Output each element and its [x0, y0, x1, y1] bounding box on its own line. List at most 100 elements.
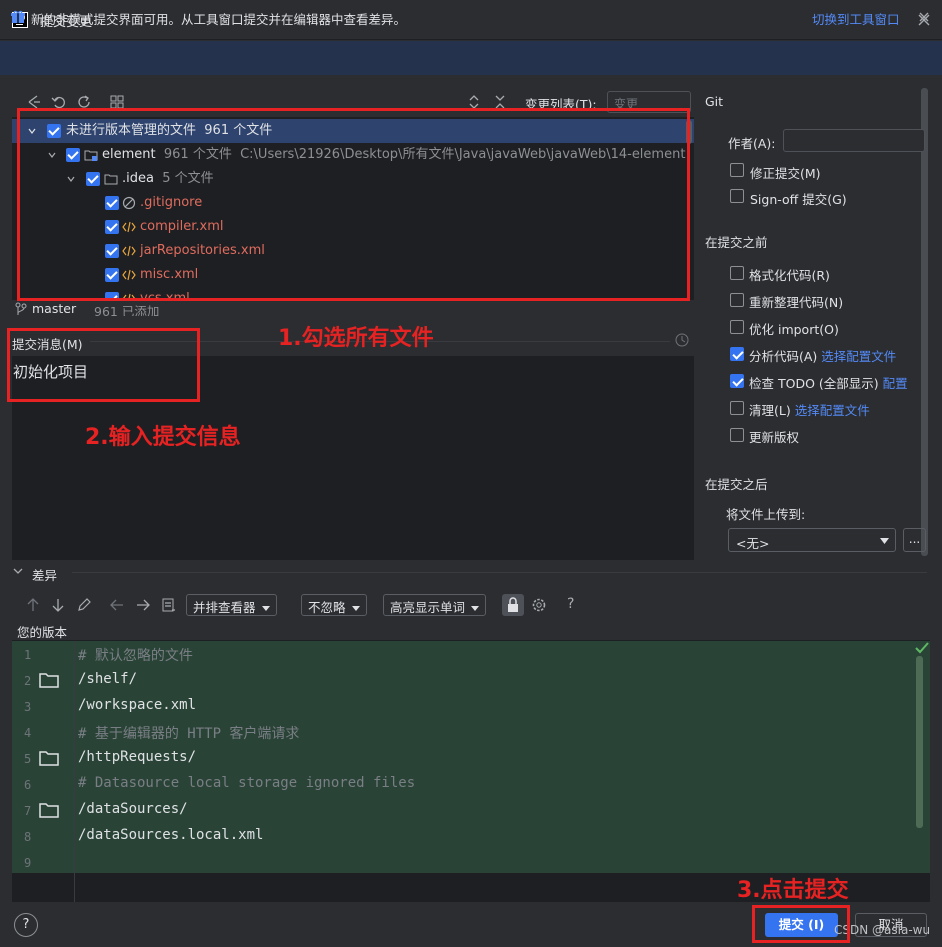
- tree-row-idea[interactable]: .idea 5 个文件: [12, 167, 694, 191]
- cleanup-checkbox[interactable]: [730, 401, 744, 415]
- git-section-title: Git: [705, 94, 724, 109]
- annotation-step2: 2.输入提交信息: [85, 425, 241, 450]
- code-line[interactable]: /dataSources.local.xml: [78, 827, 263, 843]
- code-line[interactable]: /workspace.xml: [78, 697, 196, 713]
- amend-checkbox[interactable]: [730, 163, 744, 177]
- before-commit-title: 在提交之前: [705, 235, 768, 250]
- module-count: 961 个文件: [163, 147, 232, 162]
- switch-to-toolwindow-link[interactable]: 切换到工具窗口: [812, 9, 900, 28]
- upload-select[interactable]: <无>: [728, 528, 896, 552]
- tree-row-file[interactable]: jarRepositories.xml: [12, 239, 694, 263]
- branch-name[interactable]: master: [32, 301, 76, 316]
- highlight-dropdown[interactable]: 高亮显示单词: [383, 594, 487, 616]
- file-checkbox[interactable]: [105, 292, 119, 300]
- file-checkbox[interactable]: [105, 268, 119, 282]
- optimize-imports-checkbox[interactable]: [730, 320, 744, 334]
- module-checkbox[interactable]: [66, 148, 80, 162]
- help-button[interactable]: ?: [14, 913, 38, 937]
- code-line[interactable]: /dataSources/: [78, 801, 188, 817]
- xml-file-icon: [122, 293, 136, 300]
- tree-row-file[interactable]: vcs.xml: [12, 287, 694, 300]
- prev-diff-icon[interactable]: [24, 596, 42, 614]
- settings-gear-icon[interactable]: [530, 596, 548, 614]
- banner-close-icon[interactable]: [919, 12, 929, 22]
- check-todo-checkbox[interactable]: [730, 374, 744, 388]
- code-line[interactable]: /shelf/: [78, 671, 137, 687]
- dropdown-arrow-icon: [261, 606, 270, 611]
- commit-message-input[interactable]: [12, 356, 694, 560]
- divider: [72, 572, 927, 573]
- right-panel-scrollbar[interactable]: [921, 88, 928, 556]
- rearrange-checkbox[interactable]: [730, 293, 744, 307]
- viewer-dropdown[interactable]: 并排查看器: [186, 594, 277, 616]
- cleanup-label: 清理(L): [749, 403, 791, 418]
- diff-help-icon[interactable]: ?: [567, 596, 574, 612]
- branch-added-count: 961 已添加: [94, 304, 160, 316]
- file-label: vcs.xml: [140, 291, 190, 300]
- tree-row-file[interactable]: .gitignore: [12, 191, 694, 215]
- code-line[interactable]: /httpRequests/: [78, 749, 196, 765]
- undo-icon[interactable]: [50, 93, 68, 111]
- reformat-checkbox[interactable]: [730, 266, 744, 280]
- line-number: 7: [24, 804, 32, 818]
- analyze-code-label: 分析代码(A): [749, 349, 818, 364]
- commit-button[interactable]: 提交 (I): [765, 913, 838, 937]
- todo-configure-link[interactable]: 配置: [883, 376, 908, 391]
- code-line[interactable]: # 基于编辑器的 HTTP 客户端请求: [78, 723, 299, 743]
- highlight-value: 高亮显示单词: [390, 600, 466, 615]
- dropdown-arrow-icon: [471, 606, 480, 611]
- rollback-icon[interactable]: [25, 93, 43, 111]
- viewer-value: 并排查看器: [193, 600, 256, 615]
- code-line[interactable]: # 默认忽略的文件: [78, 645, 193, 665]
- chevron-down-icon[interactable]: [48, 151, 56, 159]
- file-checkbox[interactable]: [105, 244, 119, 258]
- line-number: 6: [24, 778, 32, 792]
- amend-label: 修正提交(M): [750, 166, 821, 181]
- next-file-icon[interactable]: [134, 596, 152, 614]
- group-by-icon[interactable]: [108, 93, 126, 111]
- tree-row-file[interactable]: misc.xml: [12, 263, 694, 287]
- tree-row-file[interactable]: compiler.xml: [12, 215, 694, 239]
- dropdown-arrow-icon: [880, 538, 889, 544]
- changelist-label: 变更列表(T):: [525, 97, 597, 112]
- next-diff-icon[interactable]: [49, 596, 67, 614]
- optimize-imports-label: 优化 import(O): [749, 322, 839, 337]
- author-input[interactable]: [783, 129, 925, 152]
- expand-all-icon[interactable]: [465, 93, 483, 111]
- update-copyright-label: 更新版权: [749, 430, 800, 445]
- idea-checkbox[interactable]: [86, 172, 100, 186]
- lock-icon[interactable]: [502, 594, 524, 616]
- prev-file-icon[interactable]: [108, 596, 126, 614]
- line-number: 8: [24, 830, 32, 844]
- edit-icon[interactable]: [75, 596, 93, 614]
- analyze-profile-link[interactable]: 选择配置文件: [821, 349, 896, 364]
- signoff-checkbox[interactable]: [730, 189, 744, 203]
- cleanup-profile-link[interactable]: 选择配置文件: [795, 403, 870, 418]
- analyze-code-checkbox[interactable]: [730, 347, 744, 361]
- file-label: .gitignore: [140, 195, 203, 210]
- upload-more-button[interactable]: ...: [903, 528, 926, 552]
- tree-row-unversioned[interactable]: 未进行版本管理的文件 961 个文件: [12, 119, 694, 143]
- commit-message-text[interactable]: 初始化项目: [13, 361, 88, 382]
- tree-row-module[interactable]: element 961 个文件 C:\Users\21926\Desktop\所…: [12, 143, 694, 167]
- changelist-select[interactable]: 变更: [607, 91, 691, 113]
- diff-collapse-icon[interactable]: [12, 565, 24, 577]
- file-label: jarRepositories.xml: [140, 243, 265, 258]
- collapse-all-icon[interactable]: [491, 93, 509, 111]
- file-checkbox[interactable]: [105, 220, 119, 234]
- unversioned-checkbox[interactable]: [47, 124, 61, 138]
- refresh-icon[interactable]: [75, 93, 93, 111]
- file-checkbox[interactable]: [105, 196, 119, 210]
- chevron-down-icon[interactable]: [28, 127, 36, 135]
- tree-scrollbar[interactable]: [686, 120, 692, 144]
- chevron-down-icon[interactable]: [67, 175, 75, 183]
- file-list-icon[interactable]: [160, 596, 178, 614]
- folder-icon: [104, 174, 118, 185]
- analyze-code-row: 分析代码(A) 选择配置文件: [749, 346, 896, 365]
- update-copyright-checkbox[interactable]: [730, 428, 744, 442]
- line-number: 4: [24, 726, 32, 740]
- editor-scrollbar[interactable]: [916, 656, 923, 828]
- ignore-dropdown[interactable]: 不忽略: [301, 594, 367, 616]
- code-line[interactable]: # Datasource local storage ignored files: [78, 775, 415, 791]
- history-icon[interactable]: [675, 333, 689, 347]
